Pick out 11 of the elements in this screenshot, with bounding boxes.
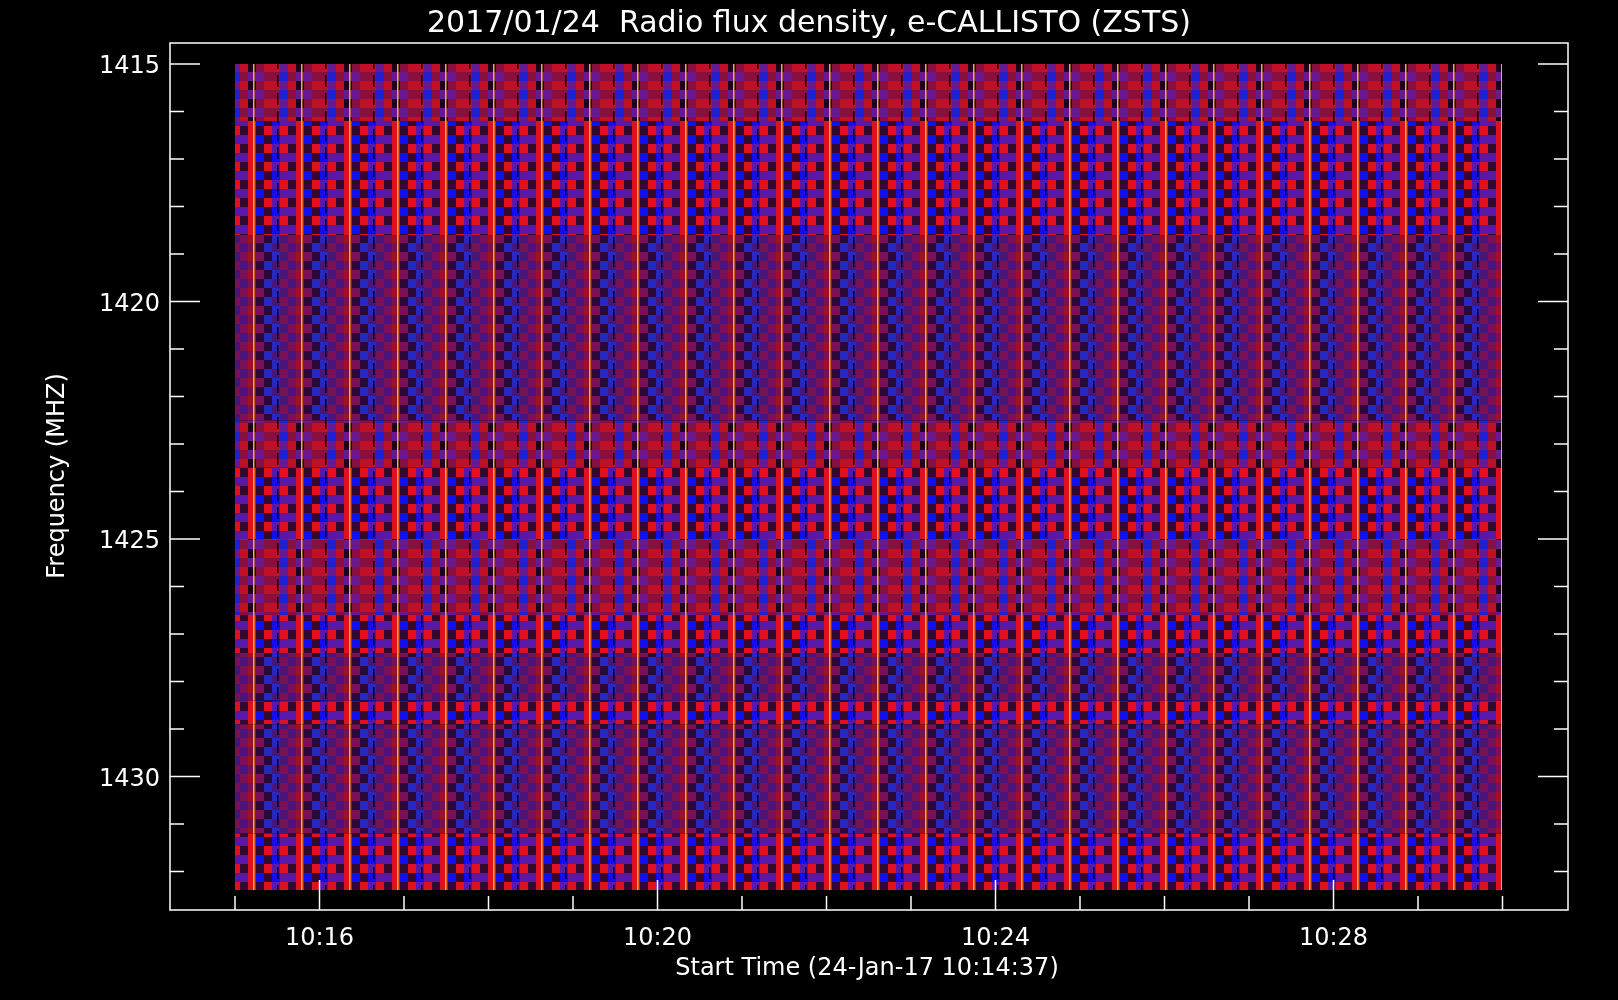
chart-title: 2017/01/24 Radio flux density, e-CALLISTO (ZSTS) <box>427 4 1191 39</box>
axis-label: Start Time (24-Jan-17 10:14:37) <box>675 953 1059 981</box>
axis-label: Frequency (MHZ) <box>42 373 70 579</box>
tick-label: 10:20 <box>622 923 693 951</box>
tick-label: 1420 <box>98 288 160 317</box>
tick-label: 10:16 <box>284 923 355 951</box>
tick-label: 1425 <box>98 526 160 554</box>
tick-label: 10:24 <box>960 923 1031 951</box>
tick-label: 10:28 <box>1298 923 1369 951</box>
tick-label: 1430 <box>98 763 160 792</box>
tick-label: 1415 <box>98 51 160 79</box>
